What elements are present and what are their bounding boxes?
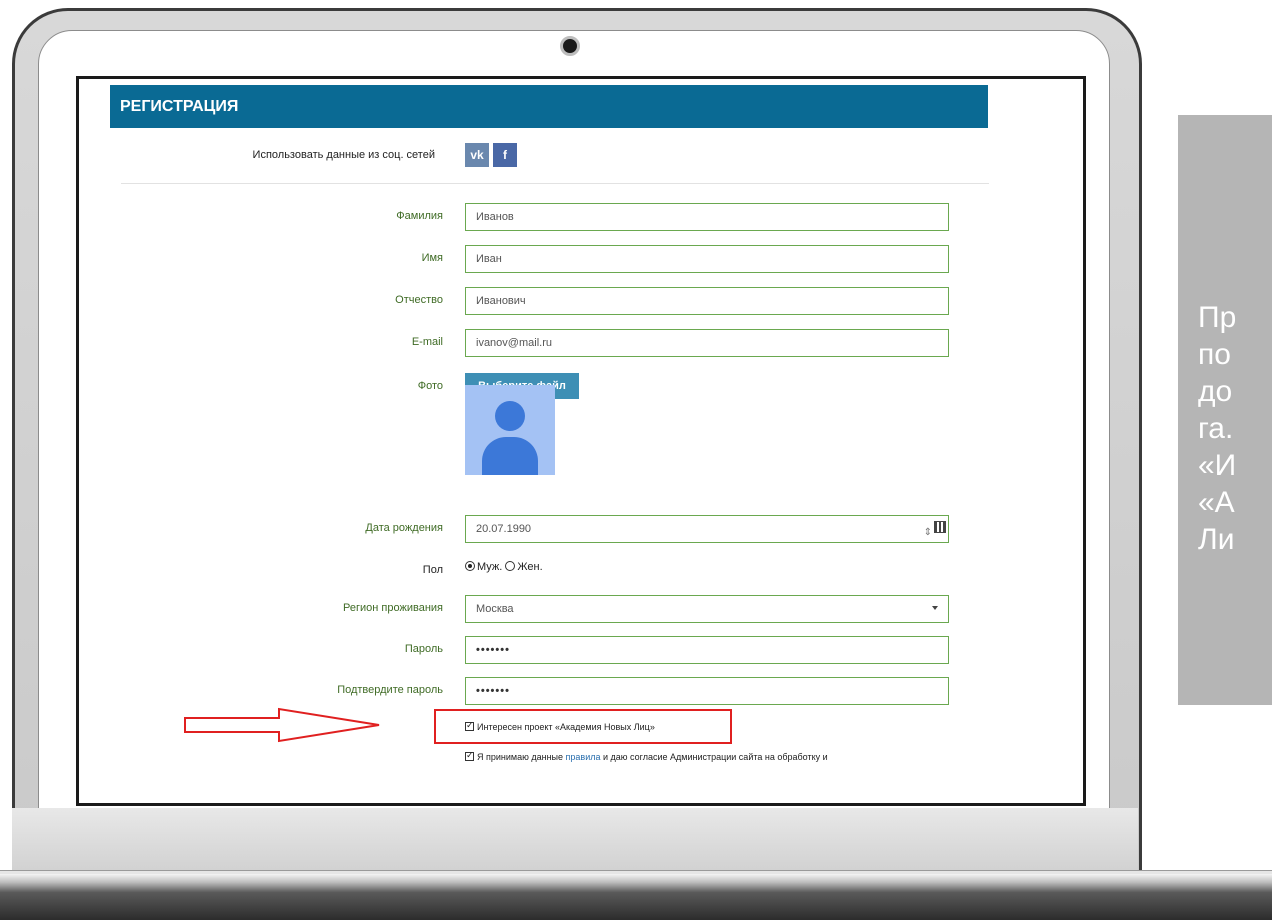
avatar-body xyxy=(482,437,538,475)
facebook-login-button[interactable]: f xyxy=(493,143,517,167)
calendar-icon[interactable] xyxy=(934,521,946,533)
terms-checkbox[interactable] xyxy=(465,750,474,761)
patronymic-label: Отчество xyxy=(395,294,443,306)
patronymic-row: Отчество Иванович xyxy=(79,287,1083,317)
email-row: E-mail ivanov@mail.ru xyxy=(79,329,1083,359)
region-row: Регион проживания Москва xyxy=(79,595,1083,625)
terms-link[interactable]: правила xyxy=(566,752,601,762)
vk-login-button[interactable]: vk xyxy=(465,143,489,167)
dropdown-caret-icon xyxy=(932,606,938,610)
photo-label: Фото xyxy=(417,380,443,392)
email-label: E-mail xyxy=(411,336,443,348)
first-name-row: Имя Иван xyxy=(79,245,1083,275)
laptop-chin xyxy=(12,808,1138,878)
patronymic-input[interactable]: Иванович xyxy=(465,287,949,315)
password-confirm-row: Подтвердите пароль ••••••• xyxy=(79,677,1083,707)
first-name-input[interactable]: Иван xyxy=(465,245,949,273)
male-radio[interactable] xyxy=(465,561,475,571)
social-label: Использовать данные из соц. сетей xyxy=(252,149,435,161)
birth-date-row: Дата рождения 20.07.1990 ⇕ xyxy=(79,515,1083,545)
region-label: Регион проживания xyxy=(343,602,443,614)
webcam-icon xyxy=(560,36,580,56)
last-name-label: Фамилия xyxy=(396,210,443,222)
photo-row: Фото Выберите файл xyxy=(79,373,1083,403)
password-input[interactable]: ••••••• xyxy=(465,636,949,664)
email-input[interactable]: ivanov@mail.ru xyxy=(465,329,949,357)
avatar-placeholder xyxy=(465,385,555,475)
page-title: РЕГИСТРАЦИЯ xyxy=(110,85,988,128)
terms-checkbox-row[interactable]: Я принимаю данные правила и даю согласие… xyxy=(465,750,828,762)
male-label: Муж. xyxy=(477,561,503,573)
laptop-screen: РЕГИСТРАЦИЯ Использовать данные из соц. … xyxy=(76,76,1086,806)
birth-date-input[interactable]: 20.07.1990 ⇕ xyxy=(465,515,949,543)
spinner-icon[interactable]: ⇕ xyxy=(924,520,932,546)
laptop-base xyxy=(0,874,1272,920)
pointer-arrow-icon xyxy=(184,707,380,743)
female-radio[interactable] xyxy=(505,561,516,571)
last-name-input[interactable]: Иванов xyxy=(465,203,949,231)
gender-radio-group: Муж. Жен. xyxy=(465,561,543,573)
side-info-panel: Пр по до га. «И «А Ли xyxy=(1178,115,1272,705)
last-name-row: Фамилия Иванов xyxy=(79,203,1083,233)
female-label: Жен. xyxy=(517,561,543,573)
terms-prefix: Я принимаю данные xyxy=(477,752,566,762)
password-confirm-input[interactable]: ••••••• xyxy=(465,677,949,705)
birth-date-value: 20.07.1990 xyxy=(476,523,532,535)
region-select[interactable]: Москва xyxy=(465,595,949,623)
terms-suffix: и даю согласие Администрации сайта на об… xyxy=(600,752,828,762)
gender-label: Пол xyxy=(422,564,443,576)
social-login-row: Использовать данные из соц. сетей vk f xyxy=(79,143,1083,173)
avatar-head xyxy=(495,401,525,431)
region-value: Москва xyxy=(476,603,514,615)
highlight-box xyxy=(434,709,732,744)
gender-row: Пол Муж. Жен. xyxy=(79,557,1083,587)
birth-date-label: Дата рождения xyxy=(365,522,443,534)
password-label: Пароль xyxy=(404,643,443,655)
first-name-label: Имя xyxy=(421,252,443,264)
side-panel-text: Пр по до га. «И «А Ли xyxy=(1198,301,1237,556)
password-confirm-label: Подтвердите пароль xyxy=(337,684,443,696)
divider xyxy=(121,183,989,184)
password-row: Пароль ••••••• xyxy=(79,636,1083,666)
